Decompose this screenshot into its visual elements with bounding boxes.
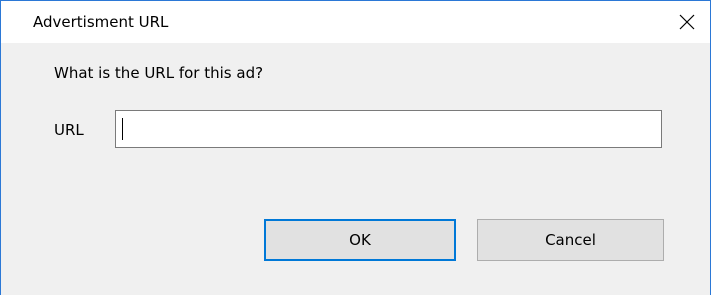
close-button[interactable] [664, 1, 710, 43]
cancel-button[interactable]: Cancel [477, 219, 664, 261]
titlebar: Advertisment URL [1, 1, 710, 43]
close-icon [679, 14, 695, 30]
prompt-text: What is the URL for this ad? [54, 64, 264, 82]
ok-button[interactable]: OK [264, 219, 456, 261]
url-input[interactable] [115, 110, 662, 148]
text-caret [122, 118, 123, 140]
dialog-title: Advertisment URL [33, 13, 169, 31]
url-label: URL [54, 121, 84, 139]
